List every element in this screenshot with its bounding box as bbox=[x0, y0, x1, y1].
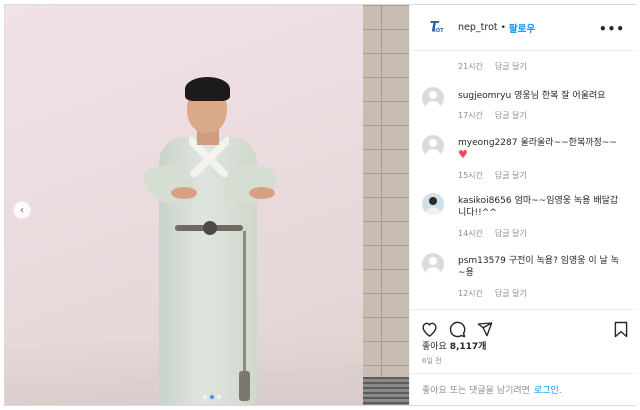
login-link[interactable]: 로그인. bbox=[534, 383, 562, 396]
comment-meta: 14시간 답글 달기 bbox=[458, 228, 527, 239]
comment-time: 14시간 bbox=[458, 229, 483, 238]
likes-label: 좋아요 bbox=[422, 342, 447, 352]
likes-summary[interactable]: 좋아요 8,117개 bbox=[422, 339, 486, 352]
comment-text: psm13579 구전이 녹용? 임영웅 이 날 녹~용 bbox=[458, 255, 624, 279]
comment-time: 21시간 bbox=[458, 62, 483, 71]
profile-avatar-logo[interactable]: T ROT bbox=[422, 18, 446, 38]
heart-emoji-icon: ♥ bbox=[458, 148, 468, 161]
bookmark-icon[interactable] bbox=[612, 320, 630, 338]
comments-list[interactable]: 21시간 답글 달기 sugjeomryu 영웅님 한복 잘 어울려요 17시간 답글… bbox=[410, 51, 637, 309]
post-photo[interactable]: ‹ bbox=[5, 5, 409, 405]
comment-text: sugjeomryu 영웅님 한복 잘 어울려요 bbox=[458, 90, 624, 102]
comment-text: kasikoi8656 엄마~~임영웅 녹용 배달갑니다!!^^ bbox=[458, 195, 624, 219]
carousel-prev-button[interactable]: ‹ bbox=[13, 201, 31, 219]
reply-link[interactable]: 답글 달기 bbox=[495, 111, 527, 120]
reply-link[interactable]: 답글 달기 bbox=[495, 229, 527, 238]
commenter-username[interactable]: psm13579 bbox=[458, 256, 506, 266]
comment-text: myeong2287 울라울라~~한복까정~~ ♥ bbox=[458, 137, 624, 162]
comment-icon[interactable] bbox=[448, 320, 466, 338]
follow-button[interactable]: 팔로우 bbox=[509, 21, 535, 35]
post-side-panel: T ROT nep_trot • 팔로우 ••• 21시간 답글 달기 sugje… bbox=[409, 5, 637, 405]
commenter-username[interactable]: myeong2287 bbox=[458, 138, 517, 148]
post-actions-bar bbox=[410, 309, 637, 343]
belt-knot bbox=[203, 221, 217, 235]
reply-link[interactable]: 답글 달기 bbox=[495, 289, 527, 298]
reply-link[interactable]: 답글 달기 bbox=[495, 171, 527, 180]
login-prompt: 좋아요 또는 댓글을 남기려면 로그인. bbox=[410, 373, 637, 405]
post-time-ago: 6일 전 bbox=[422, 357, 442, 365]
chevron-left-icon: ‹ bbox=[20, 204, 24, 216]
carousel-dot bbox=[203, 395, 207, 399]
photo-vent bbox=[363, 377, 409, 405]
comment-time: 15시간 bbox=[458, 171, 483, 180]
instagram-post-embed: ‹ T ROT nep_trot • 팔로우 ••• 21시간 답글 달기 sug… bbox=[4, 4, 637, 406]
post-header: T ROT nep_trot • 팔로우 ••• bbox=[410, 5, 637, 51]
carousel-dot bbox=[217, 395, 221, 399]
hair bbox=[185, 77, 230, 101]
more-options-icon[interactable]: ••• bbox=[599, 22, 625, 36]
carousel-dots bbox=[203, 395, 221, 399]
reply-link[interactable]: 답글 달기 bbox=[495, 62, 527, 71]
comment-time: 17시간 bbox=[458, 111, 483, 120]
likes-count: 8,117개 bbox=[449, 342, 487, 352]
post-username[interactable]: nep_trot bbox=[458, 22, 498, 33]
heart-icon[interactable] bbox=[420, 320, 438, 338]
comment-meta: 15시간 답글 달기 bbox=[458, 170, 527, 181]
comment-time: 12시간 bbox=[458, 289, 483, 298]
header-separator: • bbox=[500, 22, 506, 33]
comment-meta: 17시간 답글 달기 bbox=[458, 110, 527, 121]
commenter-avatar[interactable] bbox=[422, 253, 444, 275]
person-in-hanbok bbox=[142, 75, 285, 405]
commenter-avatar[interactable] bbox=[422, 87, 444, 109]
left-hand bbox=[171, 187, 197, 199]
carousel-dot bbox=[210, 395, 214, 399]
previous-comment-meta: 21시간 답글 달기 bbox=[458, 61, 527, 72]
belt-cord bbox=[243, 231, 246, 381]
right-hand bbox=[249, 187, 275, 199]
comment-meta: 12시간 답글 달기 bbox=[458, 288, 527, 299]
commenter-avatar[interactable] bbox=[422, 193, 444, 215]
comment-body: 울라울라~~한복까정~~ bbox=[520, 138, 617, 148]
comment-body: 영웅님 한복 잘 어울려요 bbox=[514, 91, 606, 101]
share-icon[interactable] bbox=[476, 320, 494, 338]
login-prompt-text: 좋아요 또는 댓글을 남기려면 bbox=[422, 386, 530, 396]
cord-tassel bbox=[239, 371, 250, 401]
commenter-username[interactable]: kasikoi8656 bbox=[458, 196, 512, 206]
logo-sub: ROT bbox=[432, 27, 444, 34]
commenter-username[interactable]: sugjeomryu bbox=[458, 91, 511, 101]
right-sleeve bbox=[222, 161, 278, 209]
commenter-avatar[interactable] bbox=[422, 135, 444, 157]
